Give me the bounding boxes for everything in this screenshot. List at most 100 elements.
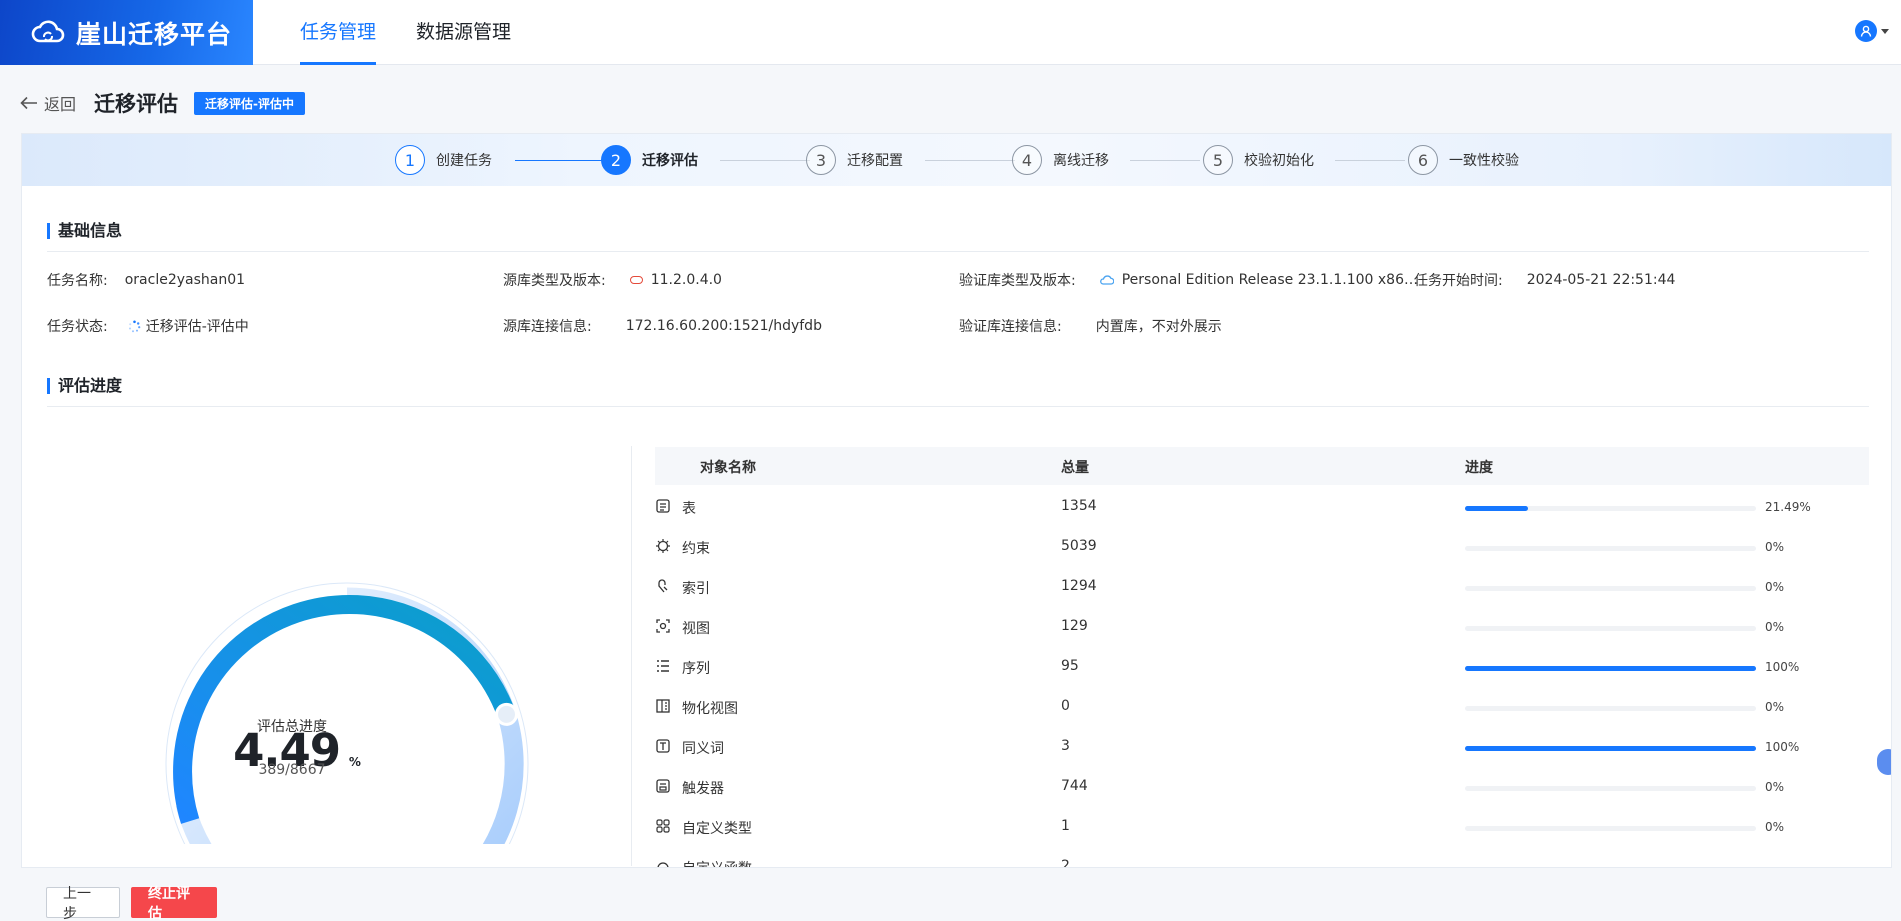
loading-icon — [128, 320, 141, 332]
step-connector — [720, 160, 810, 161]
step-offline-migration[interactable]: 4 离线迁移 — [1012, 145, 1109, 175]
table-row: 视图 129 0% — [655, 606, 1869, 646]
main-nav: 任务管理 数据源管理 — [300, 0, 551, 65]
object-name: 自定义函数 — [682, 858, 752, 867]
progress-bar — [1465, 786, 1756, 791]
table-row: 物化视图 0 0% — [655, 686, 1869, 726]
nav-task-management[interactable]: 任务管理 — [300, 0, 377, 65]
step-number: 2 — [601, 145, 631, 175]
progress-fill — [1465, 506, 1528, 511]
progress-gauge: 4.49 % 评估总进度 389/8667 — [157, 574, 537, 844]
info-label: 验证库类型及版本: — [959, 273, 1076, 289]
sequence-icon — [657, 660, 669, 672]
object-total: 129 — [1061, 618, 1088, 634]
back-button[interactable]: 返回 — [20, 91, 76, 115]
section-basic-info: 基础信息 — [47, 221, 122, 241]
custom-type-icon — [656, 819, 670, 833]
step-connector — [1130, 160, 1200, 161]
progress-percent: 0% — [1765, 780, 1785, 794]
step-label: 一致性校验 — [1449, 153, 1519, 169]
progress-percent: 0% — [1765, 700, 1785, 714]
prev-step-button[interactable]: 上一步 — [46, 886, 120, 921]
chevron-down-icon — [1881, 28, 1889, 34]
app-name: 崖山迁移平台 — [76, 19, 233, 49]
step-number: 4 — [1012, 145, 1042, 175]
object-total: 2 — [1061, 858, 1070, 868]
logo[interactable]: 崖山迁移平台 — [0, 0, 253, 65]
user-menu[interactable] — [1855, 20, 1889, 42]
object-total: 3 — [1061, 738, 1070, 754]
table-row: 序列 95 100% — [655, 646, 1869, 686]
divider — [631, 446, 632, 866]
page-title: 迁移评估 — [94, 92, 179, 116]
info-verify-conn: 验证库连接信息: 内置库，不对外展示 — [959, 316, 1222, 336]
progress-bar — [1465, 626, 1756, 631]
nav-datasource-management[interactable]: 数据源管理 — [416, 0, 511, 65]
info-label: 源库连接信息: — [503, 319, 592, 335]
table-row: 同义词 3 100% — [655, 726, 1869, 766]
info-label: 任务名称: — [47, 273, 108, 289]
object-name: 序列 — [682, 661, 710, 677]
divider — [47, 406, 1869, 407]
info-value: oracle2yashan01 — [124, 272, 246, 288]
info-value: Personal Edition Release 23.1.1.100 x86… — [1121, 272, 1418, 288]
table-row: 约束 5039 0% — [655, 526, 1869, 566]
step-connector — [925, 160, 1015, 161]
table-row: 触发器 744 0% — [655, 766, 1869, 806]
object-name: 约束 — [682, 541, 710, 557]
yashan-icon — [1099, 275, 1114, 285]
stop-assessment-button[interactable]: 终止评估 — [131, 886, 217, 921]
progress-percent: 0% — [1765, 820, 1785, 834]
step-verify-init[interactable]: 5 校验初始化 — [1203, 145, 1314, 175]
gauge-progress-arc — [173, 594, 516, 824]
step-connector — [1335, 160, 1405, 161]
progress-bar — [1465, 826, 1756, 831]
arrow-left-icon — [20, 96, 37, 110]
object-name: 表 — [682, 501, 696, 517]
cloud-sync-icon — [31, 20, 65, 42]
step-connector — [515, 160, 605, 161]
object-total: 1 — [1061, 818, 1070, 834]
table-header: 对象名称 总量 进度 — [655, 447, 1869, 485]
step-create-task[interactable]: 1 创建任务 — [395, 145, 492, 175]
info-value: 172.16.60.200:1521/hdyfdb — [625, 318, 822, 334]
step-consistency-check[interactable]: 6 一致性校验 — [1408, 145, 1519, 175]
object-total: 0 — [1061, 698, 1070, 714]
trigger-icon — [656, 779, 670, 793]
user-icon — [1855, 20, 1877, 42]
step-migration-config[interactable]: 3 迁移配置 — [806, 145, 903, 175]
object-name: 物化视图 — [682, 701, 738, 717]
step-number: 6 — [1408, 145, 1438, 175]
step-migration-assessment[interactable]: 2 迁移评估 — [601, 145, 698, 175]
progress-fill — [1465, 666, 1756, 671]
main-card: 1 创建任务 2 迁移评估 3 迁移配置 4 离线迁移 5 校验初始化 6 一致… — [21, 133, 1892, 868]
object-name: 索引 — [682, 581, 710, 597]
progress-bar — [1465, 666, 1756, 671]
col-header-progress: 进度 — [1465, 460, 1493, 476]
gauge-knob — [495, 702, 518, 726]
object-name: 自定义类型 — [682, 821, 752, 837]
progress-bar — [1465, 546, 1756, 551]
top-bar: 崖山迁移平台 任务管理 数据源管理 — [0, 0, 1901, 65]
info-verify-type: 验证库类型及版本: Personal Edition Release 23.1.… — [959, 270, 1418, 290]
section-progress: 评估进度 — [47, 376, 122, 396]
table-row: 自定义函数 2 — [655, 846, 1869, 868]
stepper: 1 创建任务 2 迁移评估 3 迁移配置 4 离线迁移 5 校验初始化 6 一致… — [22, 134, 1891, 186]
object-total: 744 — [1061, 778, 1088, 794]
progress-fill — [1465, 746, 1756, 751]
progress-percent: 0% — [1765, 620, 1785, 634]
col-header-name: 对象名称 — [700, 460, 756, 476]
synonym-icon — [656, 739, 670, 753]
gauge-ratio: 389/8667 — [258, 762, 326, 778]
object-total: 1354 — [1061, 498, 1097, 514]
table-row: 索引 1294 0% — [655, 566, 1869, 606]
info-label: 源库类型及版本: — [503, 273, 606, 289]
info-label: 任务开始时间: — [1414, 273, 1503, 289]
info-value: 内置库，不对外展示 — [1095, 319, 1222, 335]
status-badge: 迁移评估-评估中 — [194, 91, 305, 115]
progress-percent: 0% — [1765, 580, 1785, 594]
progress-bar — [1465, 746, 1756, 751]
object-name: 同义词 — [682, 741, 724, 757]
info-label: 任务状态: — [47, 319, 108, 335]
side-float-button[interactable] — [1877, 749, 1891, 775]
